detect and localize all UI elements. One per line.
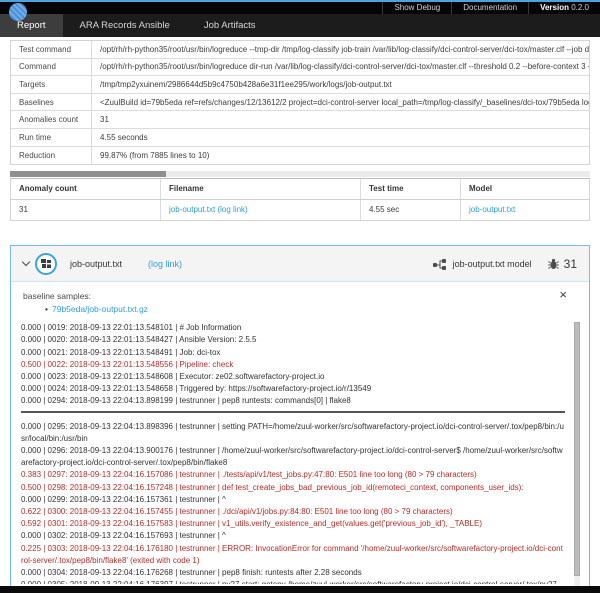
row-value: /tmp/tmp2yxuinem/2986644d5b9c4750b428a6e…	[92, 80, 589, 89]
table-header-row: Anomaly count Filename Test time Model	[11, 179, 589, 200]
show-debug-button[interactable]: Show Debug	[382, 2, 451, 14]
tab-ara-records-ansible[interactable]: ARA Records Ansible	[63, 14, 187, 37]
log-line: 0.000 | 0302: 2018-09-13 22:04:16.157693…	[21, 530, 565, 542]
panel-model-link[interactable]: job-output.txt	[453, 259, 505, 269]
model-file-icon	[35, 253, 57, 275]
log-line: 0.000 | 0296: 2018-09-13 22:04:13.900176…	[21, 445, 565, 469]
header-model: Model	[461, 179, 589, 199]
run-summary-table: Test command /opt/rh/rh-python35/root/us…	[10, 40, 590, 165]
baseline-samples-label: baseline samples:	[23, 291, 577, 301]
table-row: Anomalies count 31	[11, 111, 589, 129]
log-line: 0.000 | 0294: 2018-09-13 22:04:13.898199…	[21, 395, 565, 407]
bug-icon	[548, 258, 559, 270]
row-label: Command	[11, 59, 92, 76]
row-value: /opt/rh/rh-python35/root/usr/bin/logredu…	[92, 45, 589, 54]
row-value: /opt/rh/rh-python35/root/usr/bin/logredu…	[92, 62, 589, 71]
version-word: Version	[540, 3, 569, 12]
log-line: 0.000 | 0299: 2018-09-13 22:04:16.157361…	[21, 494, 565, 506]
version-value: 0.2.0	[571, 3, 589, 12]
row-label: Anomalies count	[11, 111, 92, 128]
header-anomaly-count: Anomaly count	[11, 179, 161, 199]
table-row: Test command /opt/rh/rh-python35/root/us…	[11, 41, 589, 59]
test-time-value: 4.55 sec	[361, 200, 461, 220]
baseline-sample-link[interactable]: 79b5eda/job-output.txt.gz	[52, 304, 148, 314]
tab-job-artifacts[interactable]: Job Artifacts	[187, 14, 273, 37]
tab-report[interactable]: Report	[0, 14, 63, 37]
log-line: 0.000 | 0021: 2018-09-13 22:01:13.548491…	[21, 347, 565, 359]
baseline-sample-item: • 79b5eda/job-output.txt.gz	[45, 304, 577, 314]
log-lines: 0.000 | 0019: 2018-09-13 22:01:13.548101…	[11, 316, 589, 584]
log-line: 0.225 | 0303: 2018-09-13 22:04:16.176180…	[21, 543, 565, 567]
report-content: Test command /opt/rh/rh-python35/root/us…	[0, 40, 600, 590]
table-row: 31 job-output.txt (log link) 4.55 sec jo…	[11, 200, 589, 220]
model-link[interactable]: job-output.txt	[469, 205, 515, 214]
documentation-link[interactable]: Documentation	[451, 2, 528, 14]
sitemap-icon	[433, 258, 447, 270]
header-filename: Filename	[161, 179, 361, 199]
row-label: Baselines	[11, 94, 92, 111]
chevron-down-icon[interactable]	[22, 258, 30, 266]
panel-file-title: job-output.txt	[70, 259, 122, 269]
row-label: Run time	[11, 129, 92, 146]
table-row: Command /opt/rh/rh-python35/root/usr/bin…	[11, 59, 589, 77]
log-line: 0.000 | 0295: 2018-09-13 22:04:13.898396…	[21, 421, 565, 445]
row-value: 99.87% (from 7885 lines to 10)	[92, 151, 589, 160]
row-label: Test command	[11, 41, 92, 58]
log-line: 0.383 | 0297: 2018-09-13 22:04:16.157086…	[21, 469, 565, 481]
logreduce-logo-icon	[9, 3, 27, 21]
anomaly-counter: 31	[548, 257, 577, 271]
model-word: model	[507, 259, 532, 269]
log-chunk-separator	[21, 411, 565, 413]
tab-bar: Report ARA Records Ansible Job Artifacts	[0, 14, 600, 37]
row-value: <ZuulBuild id=79b5eda ref=refs/changes/1…	[92, 98, 589, 107]
job-output-panel: job-output.txt (log link) job-output.txt…	[10, 245, 590, 590]
vertical-scrollbar-thumb[interactable]	[574, 322, 580, 575]
log-line: 0.622 | 0300: 2018-09-13 22:04:16.157455…	[21, 506, 565, 518]
table-row: Targets /tmp/tmp2yxuinem/2986644d5b9c475…	[11, 76, 589, 94]
row-value: 4.55 seconds	[92, 133, 589, 142]
table-row: Run time 4.55 seconds	[11, 129, 589, 147]
vertical-scrollbar[interactable]	[574, 322, 580, 586]
top-bar: Show Debug Documentation Version 0.2.0	[0, 2, 600, 14]
baseline-samples-block: baseline samples: • 79b5eda/job-output.tx…	[11, 282, 589, 316]
version-label: Version 0.2.0	[528, 2, 600, 14]
panel-header-right: job-output.txt model 31	[433, 257, 577, 271]
row-value: 31	[92, 115, 589, 124]
log-line: 0.592 | 0301: 2018-09-13 22:04:16.157583…	[21, 518, 565, 530]
log-line: 0.000 | 0305: 2018-09-13 22:04:16.176397…	[21, 579, 565, 584]
table-row: Baselines <ZuulBuild id=79b5eda ref=refs…	[11, 94, 589, 112]
anomaly-files-table: Anomaly count Filename Test time Model 3…	[10, 178, 590, 221]
log-line: 0.000 | 0019: 2018-09-13 22:01:13.548101…	[21, 322, 565, 334]
table-row: Reduction 99.87% (from 7885 lines to 10)	[11, 147, 589, 165]
bottom-edge-strip	[0, 586, 600, 593]
log-line: 0.500 | 0022: 2018-09-13 22:01:13.548556…	[21, 359, 565, 371]
job-output-panel-header[interactable]: job-output.txt (log link) job-output.txt…	[11, 246, 589, 282]
boxes-glyph	[40, 258, 52, 270]
log-line: 0.000 | 0024: 2018-09-13 22:01:13.548658…	[21, 383, 565, 395]
log-line: 0.000 | 0020: 2018-09-13 22:01:13.548427…	[21, 334, 565, 346]
horizontal-scrollbar[interactable]	[10, 171, 590, 177]
row-label: Reduction	[11, 147, 92, 165]
log-line: 0.500 | 0298: 2018-09-13 22:04:16.157248…	[21, 482, 565, 494]
anomaly-count-value: 31	[11, 200, 161, 220]
panel-anomaly-count: 31	[564, 257, 577, 271]
log-line: 0.000 | 0023: 2018-09-13 22:01:13.548608…	[21, 371, 565, 383]
filename-link[interactable]: job-output.txt (log link)	[169, 205, 248, 214]
bullet-icon: •	[45, 304, 48, 314]
header-test-time: Test time	[361, 179, 461, 199]
row-label: Targets	[11, 76, 92, 93]
log-line: 0.000 | 0304: 2018-09-13 22:04:16.176268…	[21, 567, 565, 579]
panel-log-link[interactable]: (log link)	[148, 259, 182, 269]
close-icon[interactable]: ×	[559, 288, 567, 301]
horizontal-scrollbar-thumb[interactable]	[10, 171, 166, 177]
